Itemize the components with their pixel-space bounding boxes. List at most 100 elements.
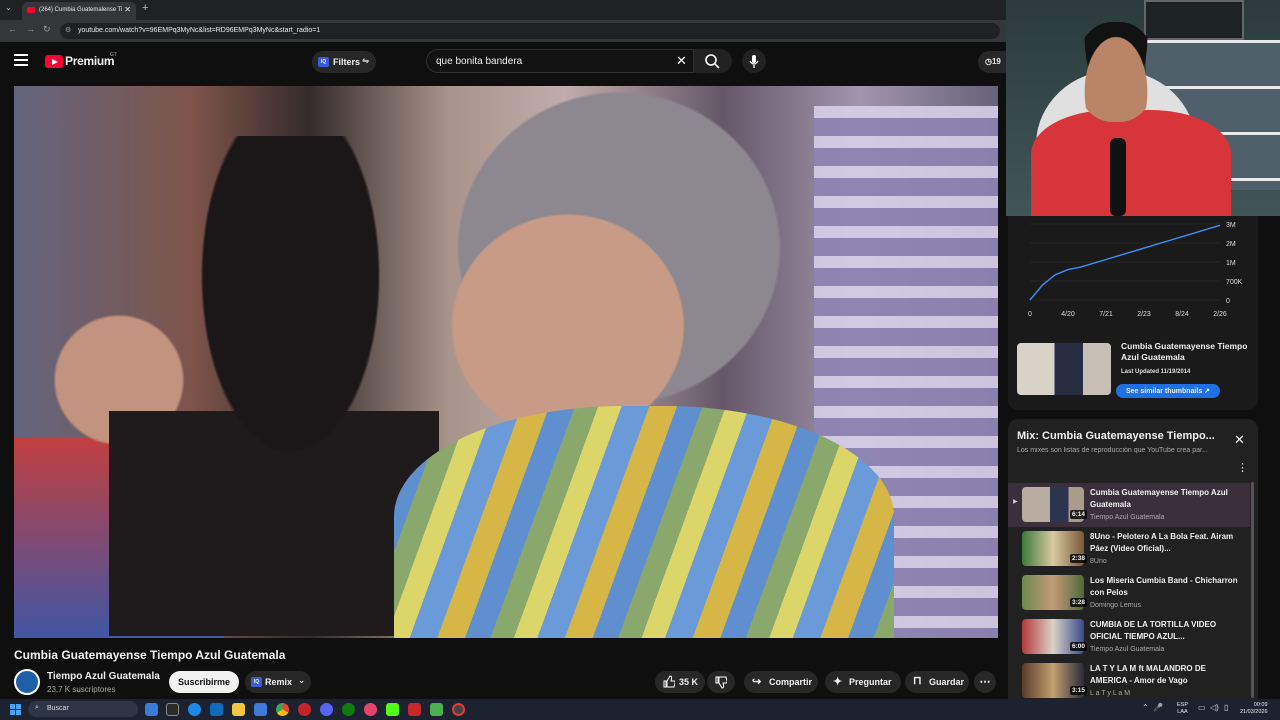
clock-time: 00:09 — [1253, 702, 1268, 708]
search-button[interactable] — [694, 49, 732, 73]
bookmark-icon: ⊓ — [913, 675, 922, 687]
dislike-button[interactable] — [707, 671, 735, 693]
channel-name[interactable]: Tiempo Azul Guatemala — [47, 671, 160, 682]
clock-date: 21/03/2026 — [1240, 709, 1268, 715]
video-thumbnail[interactable] — [1017, 343, 1111, 395]
chart-x-tick: 0 — [1028, 311, 1032, 318]
more-vert-icon[interactable]: ⋮ — [1237, 461, 1248, 474]
music-icon[interactable] — [364, 703, 377, 716]
timer-chip[interactable]: ◷19 — [978, 51, 1006, 73]
tab-title: (264) Cumbia Guatemalense Ti — [39, 7, 123, 13]
edge-icon[interactable] — [188, 703, 201, 716]
chevron-down-icon: ⌄ — [298, 676, 305, 685]
share-button[interactable]: ↪ Compartir — [744, 671, 818, 693]
like-count: 35 K — [679, 677, 699, 687]
site-info-icon[interactable]: ⚙ — [65, 26, 71, 34]
playlist-item[interactable]: ▶ 6:14 Cumbia Guatemayense Tiempo Azul G… — [1008, 483, 1250, 527]
playlist-scrollbar[interactable] — [1251, 482, 1254, 698]
minecraft-icon[interactable] — [430, 703, 443, 716]
chrome-icon[interactable] — [276, 703, 289, 716]
browser-tab-bar: ⌄ (264) Cumbia Guatemalense Ti ✕ + — [0, 0, 1006, 20]
playlist-item[interactable]: 3:15 LA T Y LA M ft MALANDRO DE AMERICA … — [1008, 659, 1250, 699]
kick-icon[interactable] — [386, 703, 399, 716]
filters-button[interactable]: IQ Filters ⇋ — [312, 51, 376, 73]
chart-x-tick: 4/20 — [1061, 311, 1075, 318]
windows-start-icon[interactable] — [10, 704, 21, 715]
country-code: GT — [110, 52, 117, 58]
logo-text[interactable]: Premium — [65, 54, 115, 68]
more-actions-button[interactable]: ⋯ — [974, 671, 996, 693]
tray-icons[interactable]: ⌃ 🎤 — [1142, 703, 1163, 712]
opera-icon[interactable] — [298, 703, 311, 716]
new-tab-icon[interactable]: + — [142, 2, 148, 14]
remix-label: Remix — [265, 677, 293, 687]
extension-icon: IQ — [251, 677, 262, 687]
discord-icon[interactable] — [320, 703, 333, 716]
mail-icon[interactable] — [210, 703, 223, 716]
close-icon[interactable]: ✕ — [1234, 432, 1245, 448]
playlist-item-channel: Tiempo Azul Guatemala — [1090, 514, 1165, 521]
save-button[interactable]: ⊓ Guardar — [905, 671, 969, 693]
close-tab-icon[interactable]: ✕ — [124, 5, 131, 14]
timer-label: 19 — [991, 57, 1001, 66]
xbox-icon[interactable] — [342, 703, 355, 716]
menu-icon[interactable] — [14, 54, 28, 66]
store-icon[interactable] — [254, 703, 267, 716]
sparkle-icon: ✦ — [833, 676, 843, 688]
volume-icon[interactable]: ◁) — [1210, 703, 1219, 712]
chart-y-tick: 0 — [1226, 298, 1230, 305]
webcam-microphone — [1110, 138, 1126, 216]
ask-button[interactable]: ✦ Preguntar — [825, 671, 901, 693]
playlist-title[interactable]: Mix: Cumbia Guatemayense Tiempo... — [1017, 430, 1215, 442]
clock[interactable]: 00:09 21/03/2026 — [1240, 702, 1268, 716]
duration-badge: 3:15 — [1070, 686, 1088, 695]
voice-search-button[interactable] — [742, 49, 766, 73]
chart-x-tick: 7/21 — [1099, 311, 1113, 318]
reload-icon[interactable]: ↻ — [43, 24, 51, 35]
tab-search-icon[interactable]: ⌄ — [5, 3, 12, 12]
search-icon — [705, 54, 720, 69]
playlist-item[interactable]: 3:28 Los Miseria Cumbia Band - Chicharro… — [1008, 571, 1250, 615]
duration-badge: 6:14 — [1070, 510, 1088, 519]
subscribe-button[interactable]: Suscribirme — [169, 671, 239, 693]
filters-label: Filters — [333, 57, 361, 67]
video-figure-scarf — [394, 406, 894, 638]
forward-icon[interactable]: → — [26, 24, 35, 34]
chart-y-tick: 2M — [1226, 241, 1236, 248]
youtube-logo-icon[interactable] — [45, 55, 63, 68]
remix-button[interactable]: IQ Remix ⌄ — [245, 671, 311, 693]
chart-x-tick: 2/26 — [1213, 311, 1227, 318]
widgets-icon[interactable] — [145, 703, 158, 716]
battery-icon[interactable]: ▯ — [1224, 703, 1228, 712]
language-indicator[interactable]: ESP LAA — [1177, 702, 1188, 716]
similar-thumbnails-button[interactable]: See similar thumbnails ↗ — [1116, 384, 1220, 398]
duration-badge: 2:38 — [1070, 554, 1088, 563]
chart-x-tick: 8/24 — [1175, 311, 1189, 318]
like-button[interactable]: 35 K — [655, 671, 705, 693]
network-icon[interactable]: ▭ — [1198, 703, 1206, 712]
recorder-icon[interactable] — [408, 703, 421, 716]
obs-icon[interactable] — [452, 703, 465, 716]
thumbnail-info-title: Cumbia Guatemayense Tiempo Azul Guatemal… — [1121, 341, 1248, 362]
file-explorer-icon[interactable] — [232, 703, 245, 716]
playlist-item[interactable]: 2:38 8Uno - Pelotero A La Bola Feat. Air… — [1008, 527, 1250, 571]
search-icon: ⌕ — [35, 704, 39, 711]
taskbar-search-label: Buscar — [47, 705, 69, 712]
task-view-icon[interactable] — [166, 703, 179, 716]
playlist-item-title: LA T Y LA M ft MALANDRO DE AMERICA - Amo… — [1090, 664, 1206, 685]
channel-avatar[interactable] — [14, 669, 40, 695]
playlist-item[interactable]: 6:00 CUMBIA DE LA TORTILLA VIDEO OFICIAL… — [1008, 615, 1250, 659]
playlist-item-title: Cumbia Guatemayense Tiempo Azul Guatemal… — [1090, 488, 1228, 509]
browser-tab[interactable]: (264) Cumbia Guatemalense Ti ✕ — [22, 2, 136, 20]
more-icon: ⋯ — [979, 676, 991, 688]
webcam-monitor — [1144, 0, 1244, 40]
back-icon[interactable]: ← — [8, 24, 17, 34]
youtube-favicon-icon — [27, 7, 35, 13]
clear-search-icon[interactable]: ✕ — [676, 53, 687, 69]
playlist-item-title: 8Uno - Pelotero A La Bola Feat. Airam Pá… — [1090, 532, 1234, 553]
address-bar[interactable]: ⚙ youtube.com/watch?v=96EMPq3MyNc&list=R… — [60, 23, 1000, 39]
now-playing-icon: ▶ — [1013, 499, 1018, 505]
video-player[interactable] — [14, 86, 998, 638]
search-input[interactable]: que bonita bandera — [426, 49, 694, 73]
taskbar-search[interactable]: ⌕ Buscar — [28, 701, 138, 717]
